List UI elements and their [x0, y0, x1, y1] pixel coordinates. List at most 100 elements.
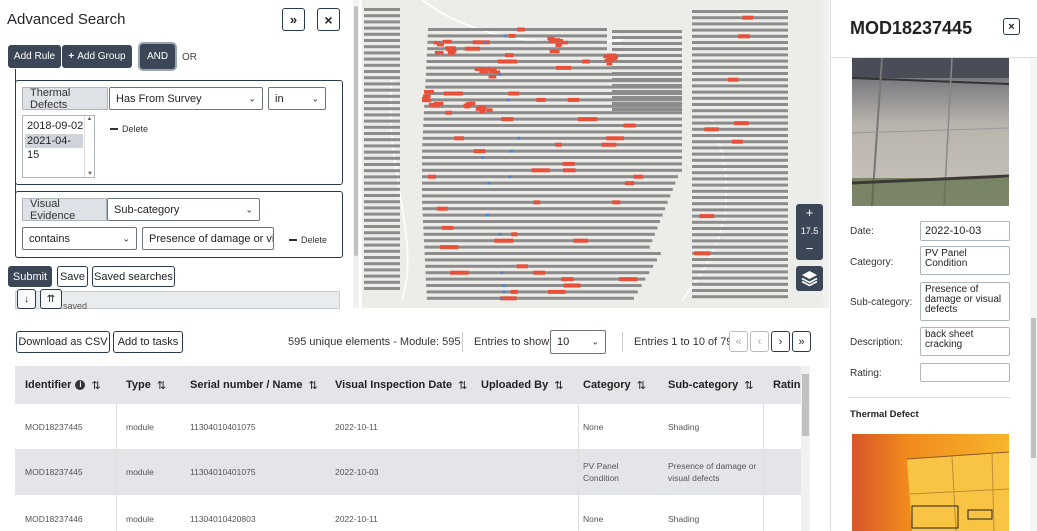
module-row[interactable]	[364, 51, 400, 55]
defect-marker[interactable]	[516, 264, 528, 269]
defect-marker[interactable]	[573, 238, 589, 243]
thermal-image[interactable]	[852, 434, 1009, 531]
module-row[interactable]	[424, 104, 682, 108]
defect-marker[interactable]	[563, 283, 581, 288]
defect-marker[interactable]	[606, 55, 614, 60]
defect-marker[interactable]	[441, 225, 454, 230]
defect-marker[interactable]	[436, 206, 448, 211]
defect-marker[interactable]	[465, 102, 473, 106]
module-row[interactable]	[424, 252, 661, 255]
module-marker[interactable]	[506, 98, 510, 102]
module-row[interactable]	[422, 130, 682, 134]
module-row[interactable]	[612, 36, 682, 39]
defect-marker[interactable]	[623, 123, 636, 128]
col-type[interactable]: Type ⇅	[126, 366, 166, 404]
defect-marker[interactable]	[454, 136, 464, 141]
module-row[interactable]	[612, 90, 682, 93]
or-toggle[interactable]: OR	[182, 52, 197, 63]
sort-icon[interactable]: ⇅	[309, 379, 318, 392]
sort-icon[interactable]: ⇅	[91, 379, 100, 392]
module-row[interactable]	[692, 183, 788, 187]
defect-marker[interactable]	[494, 238, 514, 243]
module-row[interactable]	[422, 162, 682, 166]
col-rating[interactable]: Rating	[773, 366, 801, 404]
defect-marker[interactable]	[424, 90, 435, 94]
module-row[interactable]	[364, 94, 400, 98]
module-row[interactable]	[364, 107, 400, 111]
module-row[interactable]	[612, 96, 682, 99]
defect-marker[interactable]	[555, 142, 562, 147]
module-row[interactable]	[692, 220, 788, 224]
module-row[interactable]	[692, 10, 788, 13]
module-row[interactable]	[422, 156, 682, 159]
module-row[interactable]	[364, 187, 400, 191]
defect-marker[interactable]	[618, 277, 638, 282]
defect-marker[interactable]	[704, 127, 719, 132]
module-row[interactable]	[612, 42, 682, 45]
defect-marker[interactable]	[582, 59, 590, 64]
survey-option-2[interactable]: 2021-04-15	[25, 134, 83, 161]
defect-marker[interactable]	[508, 91, 520, 96]
module-row[interactable]	[364, 82, 400, 86]
defect-marker[interactable]	[425, 98, 432, 103]
module-row[interactable]	[364, 268, 400, 272]
module-row[interactable]	[422, 200, 668, 204]
module-marker[interactable]	[500, 296, 504, 300]
module-row[interactable]	[364, 249, 400, 253]
module-row[interactable]	[364, 194, 400, 197]
col-serial[interactable]: Serial number / Name ⇅	[190, 366, 318, 404]
and-toggle[interactable]: AND	[140, 44, 175, 69]
module-row[interactable]	[364, 70, 400, 73]
module-marker[interactable]	[480, 156, 484, 159]
delete-rule-1[interactable]: Delete	[110, 124, 148, 134]
module-row[interactable]	[612, 48, 682, 51]
defect-marker[interactable]	[501, 117, 514, 122]
value-input[interactable]: Presence of damage or vi:	[142, 227, 274, 250]
module-row[interactable]	[692, 90, 788, 94]
module-row[interactable]	[423, 124, 682, 127]
defect-marker[interactable]	[601, 142, 617, 147]
module-row[interactable]	[427, 40, 607, 44]
module-row[interactable]	[422, 143, 682, 147]
detail-scrollbar-thumb[interactable]	[1031, 318, 1036, 458]
module-row[interactable]	[422, 149, 682, 153]
module-row[interactable]	[364, 212, 400, 216]
module-row[interactable]	[364, 231, 400, 235]
sort-icon[interactable]: ⇅	[458, 379, 467, 392]
defect-marker[interactable]	[504, 53, 514, 58]
module-row[interactable]	[364, 39, 400, 42]
module-row[interactable]	[692, 96, 788, 100]
module-row[interactable]	[364, 163, 400, 166]
module-row[interactable]	[612, 30, 682, 33]
table-scrollbar[interactable]	[801, 366, 810, 531]
module-row[interactable]	[692, 289, 788, 292]
module-row[interactable]	[364, 287, 400, 290]
module-row[interactable]	[364, 237, 400, 241]
defect-marker[interactable]	[510, 289, 518, 294]
defect-marker[interactable]	[473, 149, 486, 154]
module-row[interactable]	[692, 103, 788, 106]
module-marker[interactable]	[508, 175, 512, 179]
defect-marker[interactable]	[433, 101, 444, 106]
module-row[interactable]	[364, 125, 400, 129]
in-select[interactable]: in ⌄	[268, 87, 326, 110]
module-row[interactable]	[692, 239, 788, 243]
defect-marker[interactable]	[562, 161, 575, 166]
table-row[interactable]: MOD18237446 module 11304010420803 2022-1…	[15, 495, 801, 531]
module-row[interactable]	[423, 232, 655, 236]
module-row[interactable]	[612, 78, 682, 81]
defect-marker[interactable]	[488, 74, 497, 79]
condition-select[interactable]: contains ⌄	[22, 227, 137, 250]
module-row[interactable]	[692, 146, 788, 150]
module-row[interactable]	[364, 181, 400, 185]
module-row[interactable]	[423, 111, 682, 115]
module-row[interactable]	[425, 264, 654, 268]
table-row[interactable]: MOD18237445 module 11304010401075 2022-1…	[15, 450, 801, 495]
module-row[interactable]	[692, 84, 788, 88]
defect-marker[interactable]	[434, 50, 444, 55]
defect-marker[interactable]	[427, 174, 436, 179]
module-row[interactable]	[422, 188, 673, 191]
defect-marker[interactable]	[699, 214, 715, 219]
module-marker[interactable]	[485, 213, 489, 217]
defect-marker[interactable]	[533, 200, 541, 205]
